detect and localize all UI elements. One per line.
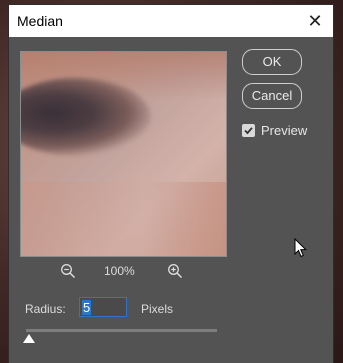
radius-unit-label: Pixels (141, 302, 174, 316)
checkmark-icon (244, 127, 253, 135)
cancel-button[interactable]: Cancel (242, 83, 302, 109)
dialog-title: Median (17, 13, 63, 29)
radius-value: 5 (82, 300, 92, 315)
preview-label: Preview (261, 123, 308, 138)
preview-eye-region (21, 78, 151, 156)
radius-slider-thumb[interactable] (23, 334, 35, 343)
preview-checkbox[interactable] (242, 124, 255, 137)
zoom-out-icon[interactable] (60, 263, 78, 281)
radius-label: Radius: (25, 302, 66, 316)
preview-cheek-region (21, 182, 226, 256)
zoom-in-icon[interactable] (167, 263, 185, 281)
median-dialog: Median ✕ 100% OK Cancel Preview Radius: … (9, 5, 333, 363)
close-icon[interactable]: ✕ (303, 9, 327, 33)
filter-preview-image[interactable] (20, 51, 227, 257)
radius-slider-track[interactable] (26, 329, 217, 332)
ok-button[interactable]: OK (242, 49, 302, 75)
title-bar[interactable]: Median ✕ (9, 5, 333, 37)
zoom-level: 100% (104, 264, 135, 278)
zoom-controls: 100% (60, 263, 190, 281)
radius-input[interactable]: 5 (79, 297, 127, 317)
